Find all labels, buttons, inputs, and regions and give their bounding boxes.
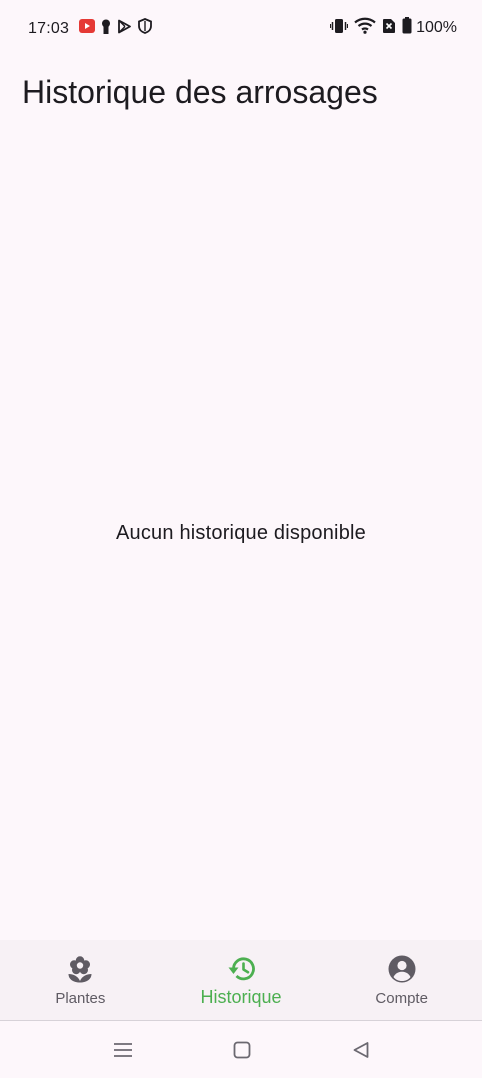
empty-state-message: Aucun historique disponible (115, 522, 366, 544)
plant-icon (65, 954, 95, 984)
nav-item-plantes[interactable]: Plantes (0, 940, 161, 1020)
status-time: 17:03 (28, 19, 70, 37)
youtube-notification-icon (79, 19, 96, 38)
app-bar: Historique des arrosages (0, 56, 482, 128)
account-circle-icon (387, 954, 417, 984)
menu-icon[interactable] (112, 1039, 134, 1061)
shield-icon (138, 18, 152, 39)
page-title: Historique des arrosages (22, 74, 378, 110)
status-notification-icons (79, 18, 152, 39)
status-left: 17:03 (28, 18, 152, 39)
nav-item-historique[interactable]: Historique (161, 940, 322, 1020)
status-bar: 17:03 100% (0, 0, 482, 56)
wifi-icon (354, 17, 376, 39)
battery-percent: 100% (416, 19, 457, 36)
nav-label-compte: Compte (375, 990, 428, 1007)
play-store-icon (117, 19, 132, 39)
battery-icon (402, 17, 412, 39)
nav-label-historique: Historique (200, 987, 282, 1007)
no-sim-icon (382, 18, 396, 39)
bottom-navigation-bar: Plantes Historique Compte (0, 940, 482, 1020)
nav-label-plantes: Plantes (55, 990, 106, 1007)
status-system-icons: 100% (329, 17, 457, 39)
system-navigation-bar (0, 1021, 482, 1078)
keyhole-icon (101, 19, 111, 39)
home-icon[interactable] (231, 1039, 253, 1061)
nav-item-compte[interactable]: Compte (321, 940, 482, 1020)
history-icon (226, 954, 256, 984)
back-icon[interactable] (350, 1039, 372, 1061)
vibrate-icon (329, 18, 349, 39)
